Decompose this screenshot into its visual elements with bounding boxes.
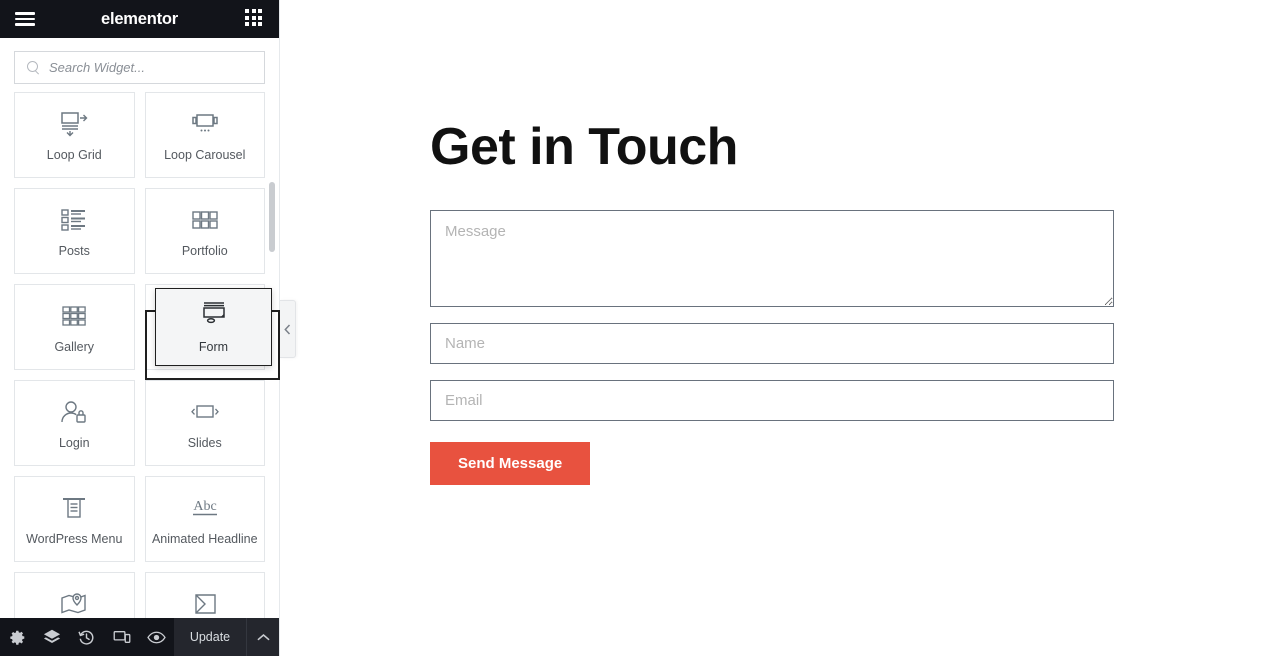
widget-card-google-maps[interactable]: Google Maps (14, 572, 135, 618)
panel-scrollbar-thumb[interactable] (269, 182, 275, 252)
elementor-logo-text: elementor (100, 9, 179, 28)
navigator-layers-icon[interactable] (35, 618, 70, 656)
widget-label: Portfolio (181, 243, 228, 258)
update-label: Update (189, 630, 231, 644)
widget-label: Animated Headline (151, 531, 258, 546)
loop-carousel-icon (190, 109, 220, 139)
widget-card-posts[interactable]: Posts (14, 188, 135, 274)
contact-form: Send Message (430, 209, 1114, 485)
widget-label: Gallery (54, 339, 95, 354)
send-message-button[interactable]: Send Message (430, 441, 591, 485)
widget-card-animated-headline[interactable]: Abc Animated Headline (144, 476, 265, 562)
preview-eye-icon[interactable] (139, 618, 174, 656)
settings-gear-icon[interactable] (0, 618, 35, 656)
widget-label: Slides (187, 435, 222, 450)
svg-text:Abc: Abc (193, 499, 216, 514)
widget-card-wordpress-menu[interactable]: WordPress Menu (14, 476, 135, 562)
login-icon (60, 397, 88, 427)
portfolio-icon (191, 205, 219, 235)
gallery-icon (60, 301, 88, 331)
search-widget-box[interactable] (14, 51, 265, 84)
widget-list-scroll[interactable]: Loop Grid Loop Carousel Posts Portfolio … (0, 92, 279, 618)
page-title: Get in Touch (430, 118, 738, 176)
preview-canvas[interactable]: Get in Touch Send Message (280, 0, 1279, 656)
slides-icon (190, 397, 220, 427)
widget-card-login[interactable]: Login (14, 380, 135, 466)
chevron-left-icon (284, 323, 291, 335)
search-input[interactable] (49, 60, 252, 75)
widget-label: Login (58, 435, 90, 450)
animated-headline-icon: Abc (188, 493, 222, 523)
panel-footer-toolbar: Update (0, 618, 279, 656)
update-button[interactable]: Update (173, 618, 247, 656)
widget-label: Loop Carousel (164, 147, 246, 162)
widgets-panel: elementor Search Widget... Loop Grid Loo… (0, 0, 280, 656)
apps-grid-icon[interactable] (245, 9, 265, 29)
wordpress-menu-icon (61, 493, 87, 523)
message-textarea[interactable] (430, 209, 1114, 307)
widget-label: Posts (58, 243, 90, 258)
widget-card-flip-box[interactable]: Flip Box (144, 572, 265, 618)
chevron-up-icon[interactable] (246, 618, 279, 656)
panel-header: elementor (0, 0, 279, 38)
widget-card-loop-carousel[interactable]: Loop Carousel (144, 92, 265, 178)
panel-collapse-toggle[interactable] (280, 300, 296, 358)
widget-grid: Loop Grid Loop Carousel Posts Portfolio … (14, 92, 265, 618)
loop-grid-icon (59, 109, 89, 139)
posts-icon (60, 205, 88, 235)
form-icon (190, 301, 220, 331)
name-input[interactable] (430, 322, 1114, 364)
search-icon (27, 61, 40, 74)
elementor-editor: elementor Search Widget... Loop Grid Loo… (0, 0, 1279, 656)
widget-card-portfolio[interactable]: Portfolio (144, 188, 265, 274)
widget-card-loop-grid[interactable]: Loop Grid (14, 92, 135, 178)
widget-card-form[interactable]: Form (144, 284, 265, 370)
hamburger-icon[interactable] (14, 8, 36, 30)
widget-label: Loop Grid (46, 147, 102, 162)
history-clock-icon[interactable] (70, 618, 105, 656)
widget-card-slides[interactable]: Slides (144, 380, 265, 466)
widget-label: Form (190, 339, 220, 354)
widget-card-gallery[interactable]: Gallery (14, 284, 135, 370)
responsive-mode-icon[interactable] (104, 618, 139, 656)
widget-label: WordPress Menu (26, 531, 123, 546)
email-input[interactable] (430, 379, 1114, 421)
canvas-content: Get in Touch Send Message (280, 0, 1279, 485)
flip-box-icon (191, 589, 219, 618)
search-area (0, 38, 279, 92)
map-pin-icon (59, 589, 89, 618)
